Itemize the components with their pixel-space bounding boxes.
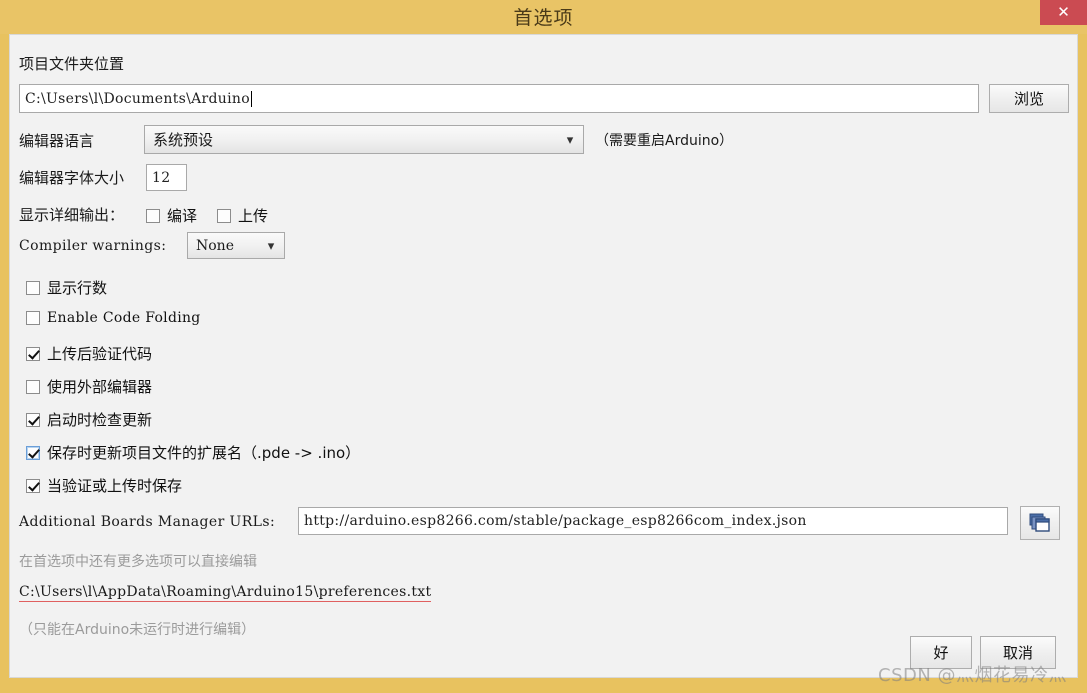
checkbox-save-on-verify-or-upload[interactable]: 当验证或上传时保存 [26,475,182,496]
checkbox-use-external-editor[interactable]: 使用外部编辑器 [26,376,152,397]
verbose-compile-checkbox[interactable]: 编译 [146,205,197,226]
checkbox-icon [26,346,40,361]
edit-when-closed-note: （只能在Arduino未运行时进行编辑） [19,622,256,638]
checkbox-verify-after-upload[interactable]: 上传后验证代码 [26,343,152,364]
checkbox-icon [146,208,160,223]
window-title: 首选项 [513,7,574,29]
checkbox-label: 上传后验证代码 [47,345,153,363]
verbose-upload-label: 上传 [238,207,269,225]
editor-font-size-label: 编辑器字体大小 [19,169,125,187]
boards-manager-urls-value: http://arduino.esp8266.com/stable/packag… [304,513,807,529]
checkbox-label: 当验证或上传时保存 [47,477,183,495]
verbose-compile-label: 编译 [167,207,198,225]
close-icon: ✕ [1057,4,1070,21]
editor-language-label: 编辑器语言 [19,132,95,150]
more-preferences-hint: 在首选项中还有更多选项可以直接编辑 [19,554,257,570]
editor-language-select[interactable]: 系统预设 ▾ [144,125,584,154]
sketchbook-location-label: 项目文件夹位置 [19,55,125,73]
checkbox-label: 启动时检查更新 [47,411,153,429]
ok-button[interactable]: 好 [910,636,972,669]
preferences-file-path-link[interactable]: C:\Users\l\AppData\Roaming\Arduino15\pre… [19,584,432,602]
titlebar: 首选项 ✕ [0,0,1087,34]
checkbox-label: 显示行数 [47,279,108,297]
chevron-down-icon: ▾ [267,238,275,253]
checkbox-icon [26,311,40,325]
checkbox-enable-code-folding[interactable]: Enable Code Folding [26,310,201,326]
sketchbook-path-input[interactable]: C:\Users\l\Documents\Arduino [19,84,979,113]
checkbox-check-updates-on-startup[interactable]: 启动时检查更新 [26,409,152,430]
checkbox-icon [26,445,40,460]
checkbox-icon [26,412,40,427]
checkbox-label: 使用外部编辑器 [47,378,153,396]
restart-note: （需要重启Arduino） [595,133,734,149]
windows-cascade-icon [1029,513,1050,532]
checkbox-icon [26,280,40,295]
compiler-warnings-select[interactable]: None ▾ [187,232,285,259]
sketchbook-path-value: C:\Users\l\Documents\Arduino [25,90,250,107]
checkbox-icon [217,208,231,223]
boards-manager-urls-edit-button[interactable] [1020,506,1060,540]
verbose-upload-checkbox[interactable]: 上传 [217,205,268,226]
compiler-warnings-label: Compiler warnings: [19,238,167,254]
checkbox-label: 保存时更新项目文件的扩展名（.pde -> .ino） [47,444,361,462]
checkbox-update-sketch-extension[interactable]: 保存时更新项目文件的扩展名（.pde -> .ino） [26,442,360,463]
checkbox-icon [26,379,40,394]
cancel-button[interactable]: 取消 [980,636,1056,669]
compiler-warnings-value: None [196,237,234,254]
browse-button[interactable]: 浏览 [989,84,1069,113]
verbose-output-label: 显示详细输出： [19,206,125,224]
boards-manager-urls-input[interactable]: http://arduino.esp8266.com/stable/packag… [298,507,1008,535]
preferences-window: 首选项 ✕ 项目文件夹位置 C:\Users\l\Documents\Ardui… [0,0,1087,693]
chevron-down-icon: ▾ [566,132,574,147]
checkbox-icon [26,478,40,493]
boards-manager-urls-label: Additional Boards Manager URLs: [19,514,276,530]
checkbox-label: Enable Code Folding [47,310,201,326]
editor-font-size-input[interactable]: 12 [146,164,187,191]
close-button[interactable]: ✕ [1040,0,1087,25]
editor-font-size-value: 12 [152,169,171,186]
checkbox-display-line-numbers[interactable]: 显示行数 [26,277,107,298]
editor-language-value: 系统预设 [153,131,214,149]
preferences-panel: 项目文件夹位置 C:\Users\l\Documents\Arduino 浏览 … [9,34,1078,678]
text-caret [250,90,252,107]
